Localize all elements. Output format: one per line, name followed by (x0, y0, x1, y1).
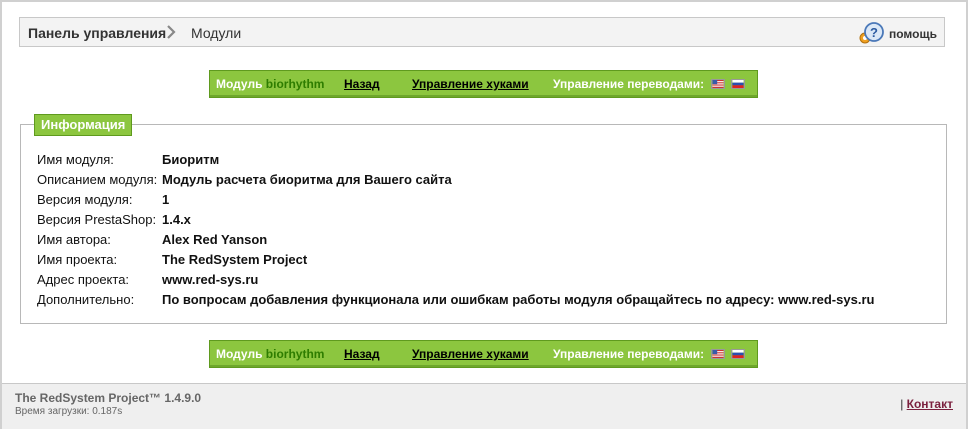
info-label: Версия модуля: (37, 192, 133, 207)
toolbar-module-prefix: Модуль (216, 77, 263, 91)
info-label: Адрес проекта: (37, 272, 130, 287)
info-label: Имя проекта: (37, 252, 118, 267)
footer: The RedSystem Project™ 1.4.9.0 Время заг… (2, 383, 966, 429)
info-label: Дополнительно: (37, 292, 135, 307)
contact-link[interactable]: Контакт (907, 397, 953, 411)
back-link[interactable]: Назад (344, 77, 380, 91)
help-icon[interactable]: ? (856, 21, 886, 45)
info-legend: Информация (34, 114, 133, 136)
info-value: Модуль расчета биоритма для Вашего сайта (162, 172, 452, 187)
info-label: Версия PrestaShop: (37, 212, 157, 227)
module-toolbar-top: Модуль biorhythm Назад Управление хуками… (209, 70, 758, 98)
toolbar-module-title: Модуль biorhythm (216, 77, 324, 91)
translations-label: Управление переводами: (553, 347, 705, 361)
breadcrumb: Панель управления Модули ? помощь (19, 17, 945, 47)
flag-us-icon[interactable] (711, 79, 725, 89)
info-value: The RedSystem Project (162, 252, 308, 267)
info-value: Alex Red Yanson (162, 232, 268, 247)
svg-text:?: ? (870, 25, 878, 40)
window-left-border (0, 0, 2, 429)
chevron-right-icon (167, 25, 176, 39)
manage-hooks-link[interactable]: Управление хуками (412, 77, 529, 91)
toolbar-module-title: Модуль biorhythm (216, 347, 324, 361)
footer-separator: | (900, 397, 904, 411)
info-label: Имя модуля: (37, 152, 114, 167)
flag-ru-icon[interactable] (731, 79, 745, 89)
help-link[interactable]: помощь (889, 27, 937, 41)
footer-title: The RedSystem Project™ 1.4.9.0 (15, 391, 201, 405)
info-value: По вопросам добавления функционала или о… (162, 292, 875, 307)
window-top-border (0, 0, 968, 2)
flag-ru-icon[interactable] (731, 349, 745, 359)
translations-label: Управление переводами: (553, 77, 705, 91)
info-value: 1.4.x (162, 212, 191, 227)
back-link[interactable]: Назад (344, 347, 380, 361)
breadcrumb-home-link[interactable]: Панель управления (28, 25, 166, 41)
info-value: Биоритм (162, 152, 220, 167)
module-toolbar-bottom: Модуль biorhythm Назад Управление хуками… (209, 340, 758, 368)
info-label: Описанием модуля: (37, 172, 158, 187)
toolbar-module-name: biorhythm (265, 77, 325, 91)
footer-version: 1.4.9.0 (164, 391, 202, 405)
manage-hooks-link[interactable]: Управление хуками (412, 347, 529, 361)
info-value: 1 (162, 192, 170, 207)
footer-project: The RedSystem Project™ (15, 391, 162, 405)
info-label: Имя автора: (37, 232, 111, 247)
footer-load-time: Время загрузки: 0.187s (15, 406, 123, 417)
breadcrumb-current: Модули (191, 25, 242, 41)
toolbar-module-prefix: Модуль (216, 347, 263, 361)
footer-contact: | Контакт (900, 397, 953, 411)
toolbar-module-name: biorhythm (265, 347, 325, 361)
info-value: www.red-sys.ru (162, 272, 259, 287)
flag-us-icon[interactable] (711, 349, 725, 359)
